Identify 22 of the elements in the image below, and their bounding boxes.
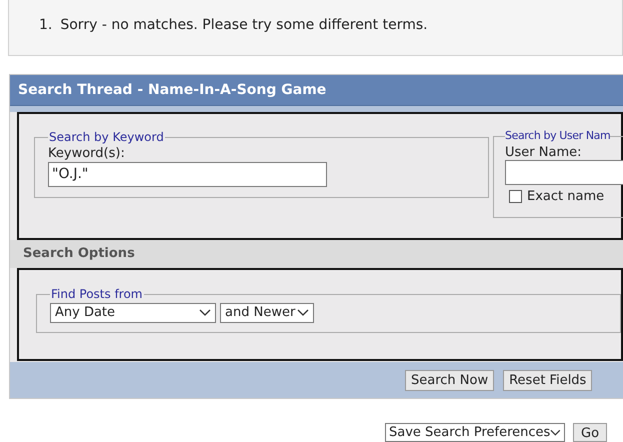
group-legend: Search by User Nam (505, 128, 610, 144)
group-legend: Search by Keyword (48, 128, 165, 146)
field-label: User Name: (505, 144, 582, 160)
chevron-down-icon (297, 309, 309, 317)
result-message: Sorry - no matches. Please try some different terms. (60, 16, 428, 35)
chevron-down-icon (199, 309, 211, 317)
panel-title: Search Thread - Name-In-A-Song Game (10, 75, 623, 106)
options-heading: Search Options (10, 240, 623, 268)
list-number: 1. (39, 16, 52, 35)
preferences-select[interactable]: Save Search Preferences (385, 423, 565, 442)
date-select[interactable]: Any Date (50, 303, 216, 323)
user-name-input[interactable] (505, 160, 623, 184)
range-select[interactable]: and Newer (220, 303, 314, 323)
checkbox-label: Exact name (527, 188, 604, 206)
form-button[interactable]: Reset Fields (503, 370, 592, 390)
group-legend: Find Posts from (50, 285, 144, 303)
keyword-input[interactable]: "O.J." (48, 162, 327, 186)
exact-name-checkbox[interactable] (509, 190, 522, 203)
field-label: Keyword(s): (48, 146, 126, 161)
chevron-down-icon (550, 428, 561, 436)
form-button[interactable]: Search Now (405, 370, 494, 390)
go-button[interactable]: Go (573, 423, 608, 442)
